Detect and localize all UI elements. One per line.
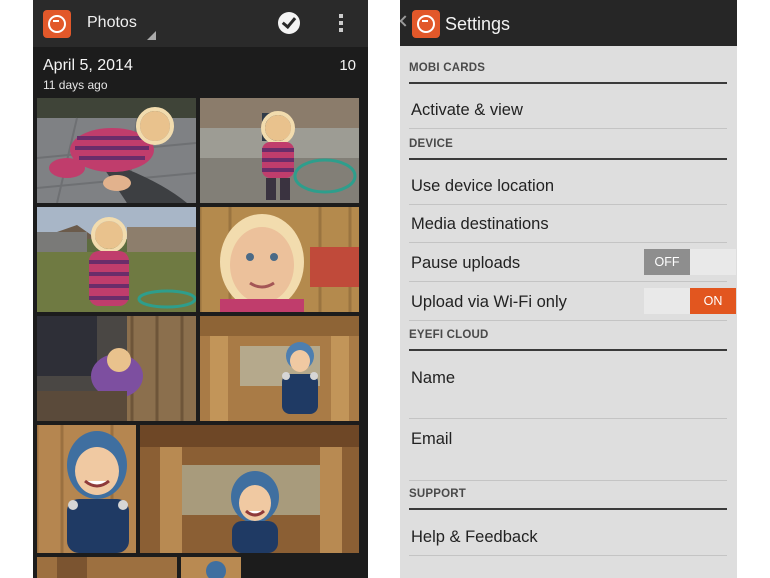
upload-wifi-only-toggle[interactable]: ON (644, 288, 736, 314)
settings-screen: Settings MOBI CARDS Activate & view DEVI… (400, 0, 737, 578)
photo-thumbnail[interactable] (37, 425, 136, 553)
photo-thumbnail[interactable] (37, 207, 196, 312)
photo-thumbnail[interactable] (140, 425, 359, 553)
pref-label: Name (411, 369, 456, 387)
eyefi-logo-icon[interactable] (43, 10, 71, 38)
section-header-mobi-cards: MOBI CARDS (409, 62, 727, 84)
photo-thumbnail[interactable] (37, 316, 196, 421)
pref-activate-view[interactable]: Activate & view (409, 84, 727, 129)
section-header-support: SUPPORT (409, 488, 727, 510)
pref-upload-wifi-only: Upload via Wi-Fi only ON (409, 282, 736, 321)
section-header-device: DEVICE (409, 138, 727, 160)
pref-label: Help & Feedback (411, 528, 538, 546)
photo-thumbnail[interactable] (200, 98, 359, 203)
pref-help-feedback[interactable]: Help & Feedback (409, 510, 727, 556)
pref-label: Pause uploads (411, 254, 521, 272)
pref-label: Email (411, 430, 453, 448)
dropdown-indicator-icon[interactable] (147, 31, 156, 40)
pref-email[interactable]: Email (409, 419, 727, 481)
pause-uploads-toggle[interactable]: OFF (644, 249, 736, 275)
photos-title[interactable]: Photos (87, 14, 137, 32)
photo-thumbnail[interactable] (200, 207, 359, 312)
eyefi-logo-icon[interactable] (412, 10, 440, 38)
photos-screen: Photos April 5, 2014 11 days ago 10 (33, 0, 368, 578)
photo-thumbnail[interactable] (37, 557, 177, 578)
toggle-state-label: OFF (644, 249, 690, 275)
photo-thumbnail[interactable] (181, 557, 241, 578)
overflow-menu-icon[interactable] (336, 14, 346, 36)
pref-name[interactable]: Name (409, 351, 727, 419)
photo-group-count: 10 (339, 57, 356, 74)
photo-group-date: April 5, 2014 (43, 57, 133, 74)
settings-title: Settings (445, 14, 511, 34)
pref-media-destinations[interactable]: Media destinations (409, 205, 727, 243)
pref-label: Media destinations (411, 215, 549, 233)
settings-action-bar: Settings (400, 0, 737, 46)
photo-thumbnail[interactable] (37, 98, 196, 203)
pref-label: Upload via Wi-Fi only (411, 293, 567, 311)
select-check-icon[interactable] (278, 12, 300, 34)
section-header-eyefi-cloud: EYEFI CLOUD (409, 329, 727, 351)
pref-pause-uploads: Pause uploads OFF (409, 243, 736, 282)
photo-thumbnail[interactable] (200, 316, 359, 421)
pref-label: Activate & view (411, 101, 523, 119)
pref-label: Use device location (411, 177, 555, 195)
back-chevron-icon[interactable] (400, 15, 411, 27)
photo-group-relative-date: 11 days ago (43, 78, 108, 92)
toggle-state-label: ON (690, 288, 736, 314)
photos-action-bar: Photos (33, 0, 368, 47)
pref-use-device-location[interactable]: Use device location (409, 160, 727, 205)
